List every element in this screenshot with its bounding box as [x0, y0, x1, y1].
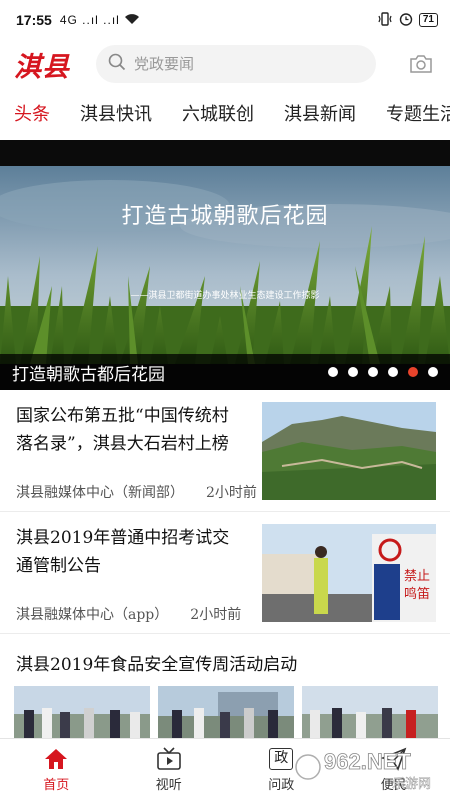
news-item[interactable]: 国家公布第五批“中国传统村 落名录”，淇县大石岩村上榜 淇县融媒体中心（新闻部）…: [0, 390, 450, 512]
status-right: 71: [377, 11, 438, 29]
tab-county-news[interactable]: 淇县新闻: [284, 100, 356, 126]
category-tabs: 头条 淇县快讯 六城联创 淇县新闻 专题生活: [0, 88, 450, 138]
carousel-dots: [328, 367, 438, 377]
nav-home[interactable]: 首页: [0, 739, 113, 800]
banner-caption-bar: 打造朝歌古都后花园: [0, 354, 450, 390]
svg-text:禁止: 禁止: [404, 569, 430, 584]
banner-letterbox: [0, 140, 450, 166]
signal-icon: 4G ..ıl ..ıl: [59, 13, 120, 27]
news-title-line: 落名录”，淇县大石岩村上榜: [16, 434, 229, 454]
news-meta: 淇县融媒体中心（app） 2小时前: [16, 604, 241, 624]
nav-label: 视听: [155, 778, 182, 793]
news-title: 国家公布第五批“中国传统村 落名录”，淇县大石岩村上榜: [16, 402, 229, 458]
svg-text:乐游网: 乐游网: [392, 777, 431, 792]
banner-headline: 打造古城朝歌后花园: [121, 204, 329, 229]
carousel-dot[interactable]: [368, 367, 378, 377]
carousel-dot[interactable]: [408, 367, 418, 377]
search-bar[interactable]: [96, 45, 376, 83]
site-watermark: 962.NET 乐游网: [294, 749, 431, 792]
alarm-icon: [399, 12, 413, 29]
nav-label: 首页: [43, 778, 70, 793]
status-time: 17:55: [16, 12, 52, 28]
banner-caption: 打造朝歌古都后花园: [12, 364, 165, 385]
wifi-icon: [124, 12, 140, 28]
tab-six-cities[interactable]: 六城联创: [182, 100, 254, 126]
news-meta: 淇县融媒体中心（新闻部） 2小时前: [16, 482, 257, 502]
nav-label: 问政: [268, 778, 295, 793]
news-title-line: 国家公布第五批“中国传统村: [16, 406, 229, 426]
news-title-line: 淇县2019年普通中招考试交: [16, 528, 230, 548]
carousel-dot[interactable]: [348, 367, 358, 377]
carousel-dot[interactable]: [388, 367, 398, 377]
news-title: 淇县2019年普通中招考试交 通管制公告: [16, 524, 229, 580]
camera-icon[interactable]: [406, 49, 436, 79]
search-input[interactable]: [134, 55, 354, 73]
svg-text:962.NET: 962.NET: [324, 749, 411, 774]
news-title-line: 通管制公告: [16, 556, 101, 576]
news-title[interactable]: 淇县2019年食品安全宣传周活动启动: [16, 650, 297, 675]
tab-special-life[interactable]: 专题生活: [386, 100, 450, 126]
search-icon: [108, 53, 126, 75]
zheng-icon: 政: [268, 746, 294, 772]
news-thumbnail: 禁止 鸣笛: [262, 524, 436, 622]
gallery-image: [302, 686, 438, 742]
banner-image: ——淇县卫都街道办事处林业生态建设工作掠影: [0, 166, 450, 364]
news-source: 淇县融媒体中心（新闻部）: [16, 485, 184, 501]
news-thumbnail: [262, 402, 436, 500]
battery-icon: 71: [418, 13, 438, 27]
tab-county-flash[interactable]: 淇县快讯: [80, 100, 152, 126]
app-logo: 淇县: [14, 51, 70, 83]
news-time: 2小时前: [206, 485, 257, 501]
vibrate-icon: [377, 11, 393, 29]
carousel-dot[interactable]: [428, 367, 438, 377]
status-bar: 17:55 4G ..ıl ..ıl 71: [0, 0, 450, 40]
news-source: 淇县融媒体中心（app）: [16, 607, 169, 623]
news-item[interactable]: 淇县2019年普通中招考试交 通管制公告 淇县融媒体中心（app） 2小时前 禁…: [0, 512, 450, 634]
tab-headlines[interactable]: 头条: [14, 100, 50, 126]
gallery-image: [14, 686, 150, 742]
carousel-dot[interactable]: [328, 367, 338, 377]
app-header: 淇县: [0, 40, 450, 88]
svg-text:——淇县卫都街道办事处林业生态建设工作掠影: ——淇县卫都街道办事处林业生态建设工作掠影: [130, 289, 319, 301]
svg-text:鸣笛: 鸣笛: [404, 586, 430, 602]
tv-icon: [156, 746, 182, 772]
news-gallery[interactable]: [14, 686, 438, 742]
news-time: 2小时前: [190, 607, 242, 623]
nav-audio-video[interactable]: 视听: [113, 739, 226, 800]
home-icon: [43, 746, 69, 772]
gallery-image: [158, 686, 294, 742]
banner-carousel[interactable]: ——淇县卫都街道办事处林业生态建设工作掠影 打造古城朝歌后花园 打造朝歌古都后花…: [0, 140, 450, 390]
